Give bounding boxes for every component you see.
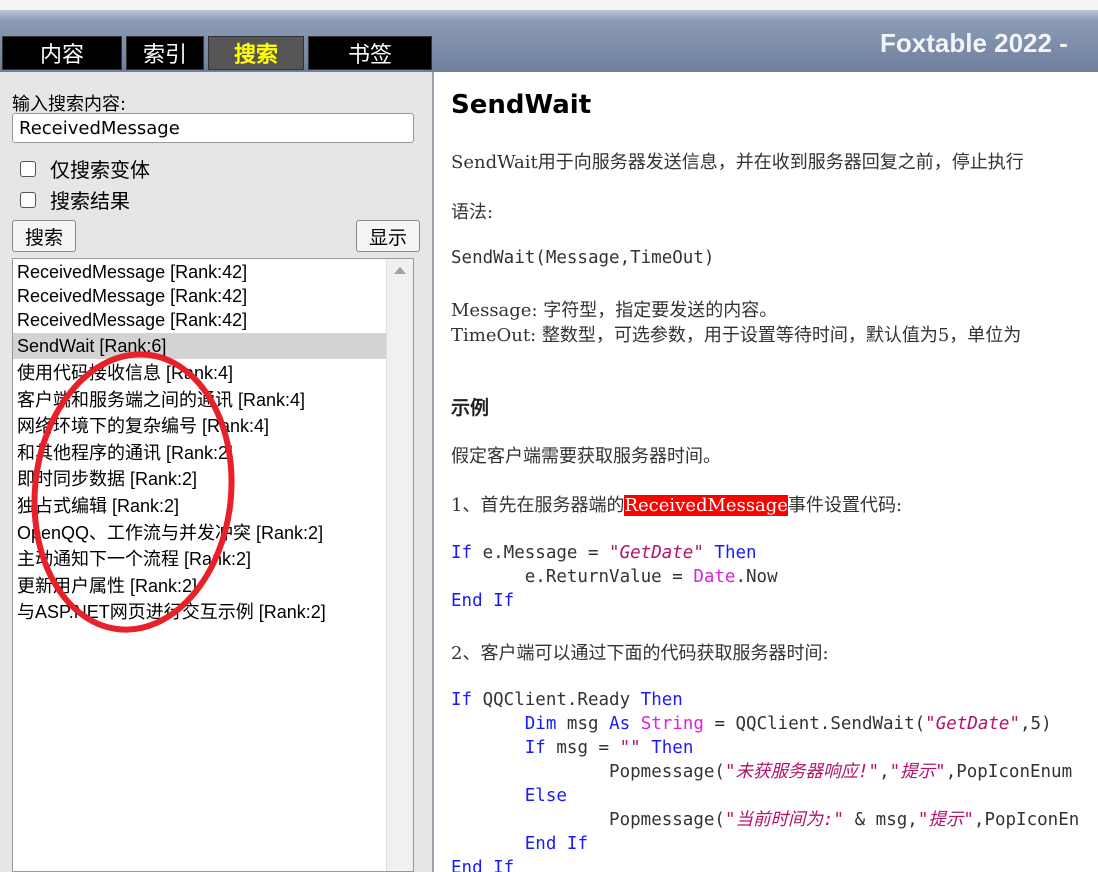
tab-contents[interactable]: 内容 — [2, 36, 122, 70]
code-string: "未获服务器响应!" — [724, 762, 880, 782]
search-input[interactable] — [12, 113, 414, 143]
code-block-server: If e.Message = "GetDate" Then e.ReturnVa… — [451, 541, 778, 613]
result-item-selected[interactable]: SendWait [Rank:6] — [13, 333, 387, 359]
code-text: .Now — [735, 567, 778, 587]
option-variants[interactable]: 仅搜索变体 — [20, 154, 150, 183]
code-keyword: If — [451, 543, 473, 563]
code-keyword: Then — [703, 543, 757, 563]
code-string: "" — [619, 738, 641, 758]
example-intro: 假定客户端需要获取服务器时间。 — [451, 446, 721, 467]
code-text: e.Message = — [472, 543, 610, 563]
param-message: Message: 字符型，指定要发送的内容。 — [451, 300, 778, 321]
code-object: String — [640, 714, 704, 734]
code-keyword: As — [609, 714, 631, 734]
tab-search[interactable]: 搜索 — [208, 36, 304, 70]
code-block-client: If QQClient.Ready Then Dim msg As String… — [451, 688, 1079, 872]
code-string: "提示" — [917, 810, 974, 830]
result-item[interactable]: 更新用户属性 [Rank:2] — [13, 573, 387, 599]
code-string: "GetDate" — [925, 714, 1020, 734]
result-item[interactable]: 即时同步数据 [Rank:2] — [13, 466, 387, 492]
code-text: ,5) — [1020, 714, 1052, 734]
code-object: Date — [693, 567, 736, 587]
result-item[interactable]: 主动通知下一个流程 [Rank:2] — [13, 546, 387, 572]
code-text: Popmessage( — [609, 762, 725, 782]
show-button[interactable]: 显示 — [356, 220, 420, 252]
code-text: = QQClient.SendWait( — [703, 714, 926, 734]
tab-bookmarks[interactable]: 书签 — [308, 36, 432, 70]
result-item[interactable]: ReceivedMessage [Rank:42] — [13, 259, 387, 285]
result-item[interactable]: 客户端和服务端之间的通讯 [Rank:4] — [13, 387, 387, 413]
step1-suffix: 事件设置代码: — [787, 495, 903, 516]
title-bar: 内容 索引 搜索 书签 Foxtable 2022 - — [0, 0, 1098, 72]
result-item[interactable]: ReceivedMessage [Rank:42] — [13, 307, 387, 333]
intro-text: SendWait用于向服务器发送信息，并在收到服务器回复之前，停止执行 — [451, 152, 1024, 173]
code-string: "提示" — [889, 762, 946, 782]
help-content: SendWait SendWait用于向服务器发送信息，并在收到服务器回复之前，… — [436, 72, 1098, 872]
code-string: "当前时间为:" — [724, 810, 845, 830]
results-list[interactable]: ReceivedMessage [Rank:42] ReceivedMessag… — [12, 258, 414, 872]
code-keyword: Dim — [524, 714, 557, 734]
step1-text: 1、首先在服务器端的ReceivedMessage事件设置代码: — [451, 491, 902, 517]
results-scrollbar[interactable] — [386, 259, 413, 871]
code-keyword: If — [524, 738, 546, 758]
code-text: & msg, — [844, 810, 918, 830]
code-text: e.ReturnValue = — [451, 567, 694, 587]
results-checkbox[interactable] — [20, 191, 36, 208]
option-results[interactable]: 搜索结果 — [20, 185, 130, 214]
code-text: Popmessage( — [609, 810, 725, 830]
scroll-up-arrow-icon[interactable] — [394, 267, 406, 274]
search-highlight: ReceivedMessage — [624, 495, 788, 516]
app-brand: Foxtable 2022 - — [880, 28, 1068, 58]
code-text: ,PopIconEn — [973, 810, 1080, 830]
code-keyword: End If — [524, 834, 588, 854]
search-pane: 输入搜索内容: 仅搜索变体 搜索结果 搜索 显示 ReceivedMessage… — [0, 72, 434, 872]
example-heading: 示例 — [451, 397, 490, 419]
nav-tabs: 内容 索引 搜索 书签 — [2, 36, 432, 70]
window-top-strip — [0, 0, 1098, 11]
result-item[interactable]: 和其他程序的通讯 [Rank:2] — [13, 440, 387, 466]
code-text: msg — [556, 714, 610, 734]
result-item[interactable]: 与ASP.NET网页进行交互示例 [Rank:2] — [13, 599, 387, 625]
results-label: 搜索结果 — [50, 189, 130, 213]
variants-checkbox[interactable] — [20, 160, 36, 177]
search-button[interactable]: 搜索 — [12, 220, 76, 252]
code-keyword: Then — [651, 738, 694, 758]
result-item[interactable]: OpenQQ、工作流与并发冲突 [Rank:2] — [13, 520, 387, 546]
result-item[interactable]: 独占式编辑 [Rank:2] — [13, 493, 387, 519]
step1-prefix: 1、首先在服务器端的 — [451, 495, 625, 516]
code-keyword: Else — [524, 786, 567, 806]
tab-index[interactable]: 索引 — [126, 36, 204, 70]
result-item[interactable]: 网络环境下的复杂编号 [Rank:4] — [13, 413, 387, 439]
code-string: "GetDate" — [609, 543, 704, 563]
syntax-label: 语法: — [451, 202, 494, 223]
step2-text: 2、客户端可以通过下面的代码获取服务器时间: — [451, 643, 829, 664]
code-text: , — [879, 762, 890, 782]
page-title: SendWait — [451, 90, 592, 120]
code-text: msg = — [545, 738, 620, 758]
code-keyword: Then — [640, 690, 683, 710]
code-keyword: If — [451, 690, 473, 710]
code-text: QQClient.Ready — [472, 690, 641, 710]
code-keyword: End If — [451, 858, 515, 872]
result-item[interactable]: 使用代码接收信息 [Rank:4] — [13, 360, 387, 386]
syntax-code: SendWait(Message,TimeOut) — [451, 248, 715, 268]
code-keyword: End If — [451, 591, 515, 611]
variants-label: 仅搜索变体 — [50, 158, 150, 182]
result-item[interactable]: ReceivedMessage [Rank:42] — [13, 283, 387, 309]
code-text: ,PopIconEnum — [945, 762, 1073, 782]
param-timeout: TimeOut: 整数型，可选参数，用于设置等待时间，默认值为5，单位为 — [451, 325, 1022, 346]
